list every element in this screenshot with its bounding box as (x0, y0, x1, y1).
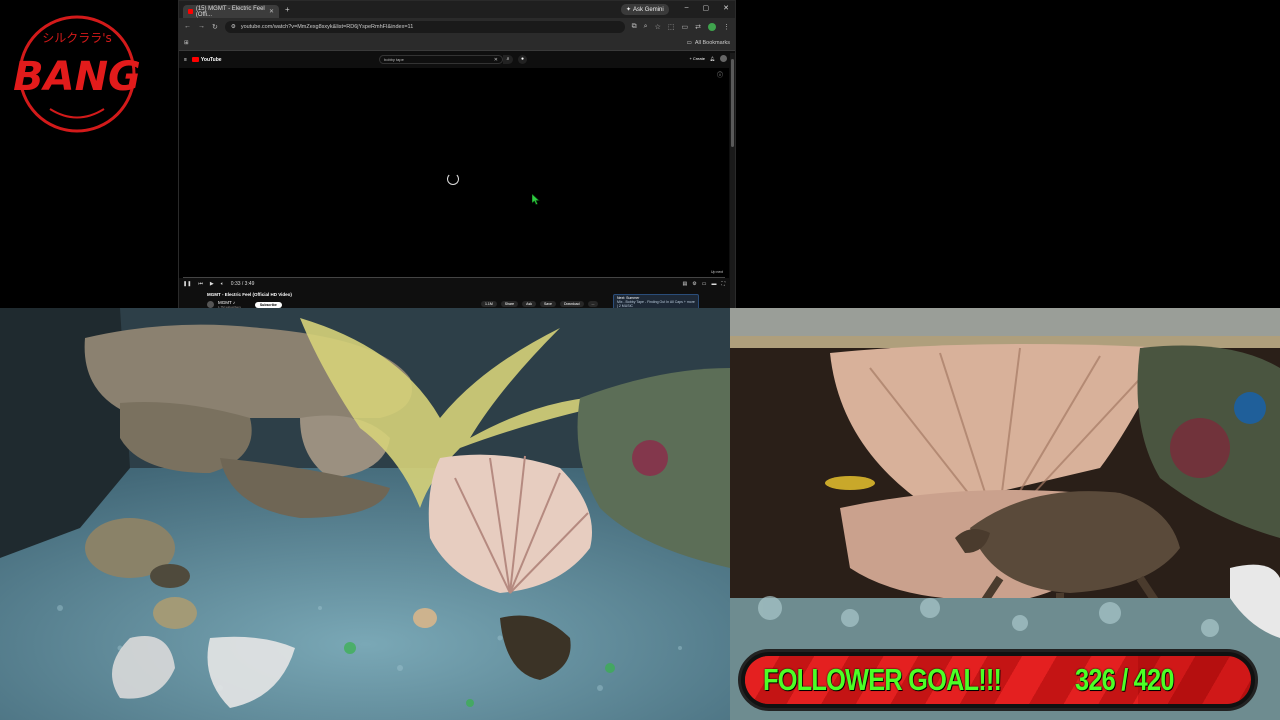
ask-gemini-button[interactable]: ✦ Ask Gemini (621, 4, 669, 15)
folder-icon: ▭ (686, 39, 692, 46)
maximize-button[interactable]: ▢ (703, 4, 710, 12)
side-panel-icon[interactable]: ▭ (682, 23, 689, 31)
profile-avatar[interactable] (708, 22, 716, 31)
youtube-search-input[interactable]: bobby tape ✕ (379, 55, 503, 64)
address-actions: ⧉ ⌕ ☆ ⬚ ▭ ⇄ ⋮ (632, 22, 730, 31)
follower-goal-bar: FOLLOWER GOAL!!! 326 / 420 (738, 649, 1258, 711)
microphone-icon[interactable]: ● (518, 55, 527, 64)
tab-title: (15) MGMT - Electric Feel (Offi... (195, 5, 265, 18)
share-button[interactable]: Share (500, 301, 519, 307)
bookmark-star-icon[interactable]: ☆ (655, 23, 661, 31)
gemini-icon: ✦ (626, 7, 632, 13)
search-icon[interactable]: ⌕ (503, 55, 513, 64)
close-window-button[interactable]: ✕ (723, 4, 729, 12)
youtube-logo-text: YouTube (200, 56, 222, 63)
logo-arc-text: シルクララ's (42, 31, 112, 45)
info-icon[interactable]: ⓘ (717, 70, 723, 79)
time-display: 0:33 / 3:49 (230, 281, 255, 287)
youtube-favicon-icon (188, 9, 193, 14)
reload-icon[interactable]: ↻ (212, 23, 218, 31)
left-tank-image (0, 308, 730, 720)
upnext-indicator: Up next (710, 270, 723, 274)
install-icon[interactable]: ⧉ (632, 23, 637, 31)
previous-icon[interactable]: ⏮ (198, 281, 203, 287)
gemini-label: Ask Gemini (633, 6, 664, 13)
miniplayer-icon[interactable]: ▭ (702, 281, 707, 287)
tab-bar: (15) MGMT - Electric Feel (Offi... ✕ + ✦… (179, 1, 735, 18)
apps-icon[interactable]: ⊞ (184, 40, 189, 46)
tab-youtube[interactable]: (15) MGMT - Electric Feel (Offi... ✕ (183, 5, 279, 18)
youtube-logo[interactable]: YouTube (191, 56, 222, 63)
next-subtitle: Mix - Bobby Tape - Finding Out In All Ca… (617, 300, 695, 308)
ask-button[interactable]: Ask (522, 301, 536, 307)
page-scrollbar[interactable] (730, 53, 735, 311)
left-tank-camera (0, 308, 730, 720)
video-actions: 1.1M Share Ask Save Download ... (481, 301, 599, 307)
tab-close-icon[interactable]: ✕ (269, 8, 274, 15)
notifications-icon[interactable]: 🔔︎ (710, 56, 715, 61)
url-input[interactable]: ⚙ youtube.com/watch?v=MmZexg8sxyk&list=R… (224, 20, 625, 33)
extensions-icon[interactable]: ⬚ (668, 23, 675, 31)
player-controls: ❚❚ ⏮ ▶ 🔈︎ 0:33 / 3:49 ▤ ⚙ ▭ ▬ ⛶ (179, 278, 729, 290)
bookmarks-bar: ⊞ ▭ All Bookmarks (179, 35, 735, 51)
video-player[interactable]: ⓘ Up next (179, 68, 729, 278)
hamburger-icon[interactable]: ≡ (184, 57, 187, 63)
follower-goal-track: FOLLOWER GOAL!!! 326 / 420 (745, 656, 1251, 704)
mouse-cursor-icon (532, 194, 540, 205)
menu-icon[interactable]: ⋮ (723, 23, 730, 31)
address-bar: ← → ↻ ⚙ youtube.com/watch?v=MmZexg8sxyk&… (179, 18, 735, 35)
youtube-header-actions: + Create 🔔︎ 9+ (689, 55, 727, 62)
next-icon[interactable]: ▶ (210, 281, 214, 287)
settings-icon[interactable]: ⚙ (692, 281, 696, 287)
all-bookmarks-button[interactable]: ▭ All Bookmarks (687, 40, 730, 46)
player-right-controls: ▤ ⚙ ▭ ▬ ⛶ (683, 281, 725, 287)
site-info-icon[interactable]: ⚙ (231, 24, 236, 30)
url-text: youtube.com/watch?v=MmZexg8sxyk&list=RD6… (240, 23, 414, 30)
zoom-icon[interactable]: ⌕ (644, 23, 648, 31)
window-controls: – ▢ ✕ (685, 4, 729, 12)
loading-spinner-icon (447, 173, 459, 185)
create-button[interactable]: + Create (689, 56, 704, 61)
follower-goal-label: FOLLOWER GOAL!!! (763, 662, 1002, 697)
captions-icon[interactable]: ▤ (683, 281, 688, 287)
logo-text: BANG (14, 54, 140, 100)
youtube-logo-icon (191, 57, 199, 62)
pause-icon[interactable]: ❚❚ (183, 281, 191, 287)
download-button[interactable]: Download (559, 301, 584, 307)
volume-icon[interactable]: 🔈︎ (221, 281, 224, 287)
forward-icon[interactable]: → (198, 23, 205, 30)
subscribe-button[interactable]: Subscribe (254, 301, 282, 308)
search-value: bobby tape (384, 57, 404, 62)
clear-search-icon[interactable]: ✕ (494, 57, 498, 63)
save-button[interactable]: Save (539, 301, 556, 307)
scrollbar-thumb[interactable] (731, 59, 734, 147)
bang-logo: シルクララ's BANG (13, 14, 141, 134)
follower-goal-count: 326 / 420 (1075, 662, 1174, 697)
youtube-header: ≡ YouTube bobby tape ✕ ⌕ ● + Create 🔔︎ 9… (179, 51, 735, 68)
cast-icon[interactable]: ⇄ (695, 23, 701, 31)
new-tab-button[interactable]: + (285, 5, 290, 14)
like-button[interactable]: 1.1M (481, 301, 497, 307)
theater-icon[interactable]: ▬ (711, 281, 716, 287)
browser-window: (15) MGMT - Electric Feel (Offi... ✕ + ✦… (178, 0, 736, 312)
back-icon[interactable]: ← (184, 23, 191, 30)
minimize-button[interactable]: – (685, 4, 689, 12)
all-bookmarks-label: All Bookmarks (694, 39, 730, 46)
channel-avatar[interactable] (207, 301, 214, 308)
more-button[interactable]: ... (587, 301, 599, 307)
fullscreen-icon[interactable]: ⛶ (721, 281, 725, 287)
account-avatar[interactable] (720, 55, 727, 62)
